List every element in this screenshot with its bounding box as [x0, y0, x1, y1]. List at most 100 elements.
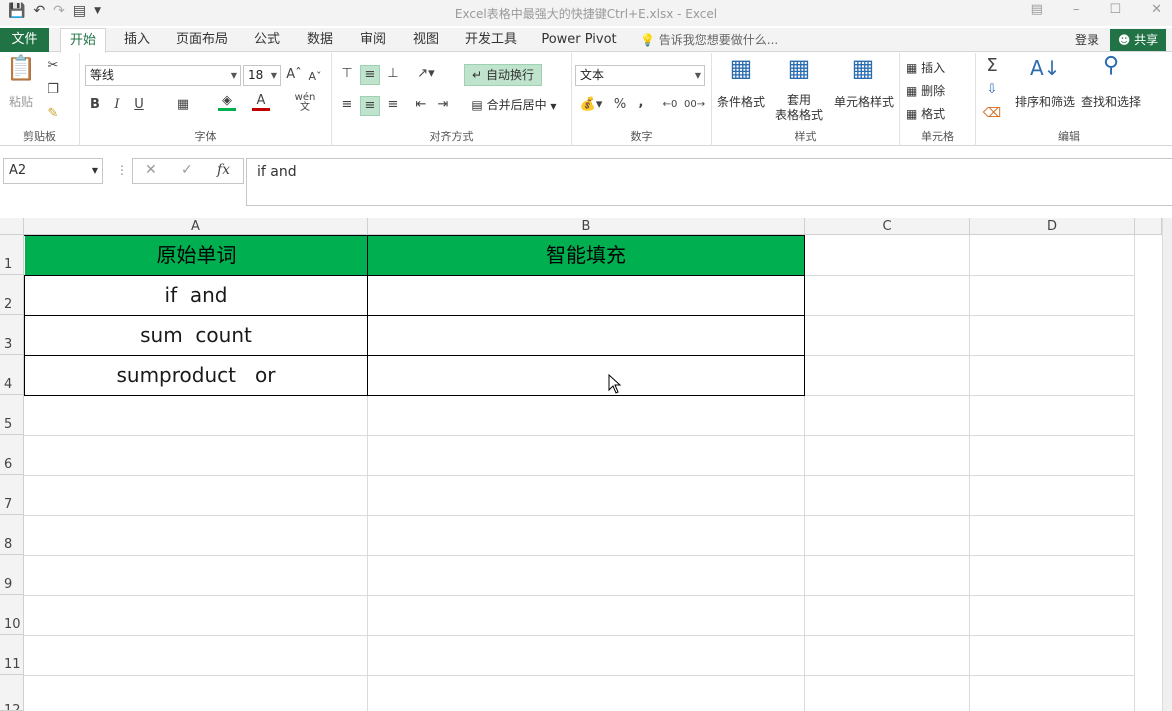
accounting-icon[interactable]: 💰▾: [576, 96, 606, 114]
delete-cells-button[interactable]: ▦ 删除: [906, 82, 972, 99]
percent-button[interactable]: %: [612, 96, 628, 114]
grow-font-icon[interactable]: Aˆ: [286, 66, 302, 84]
tab-home[interactable]: 开始: [60, 28, 106, 53]
tab-formulas[interactable]: 公式: [248, 28, 286, 52]
column-header-c[interactable]: C: [805, 218, 970, 235]
align-top-icon[interactable]: ⊤: [338, 65, 356, 83]
tell-me-box[interactable]: 💡 告诉我您想要做什么...: [640, 28, 778, 52]
orientation-icon[interactable]: ↗▾: [414, 65, 438, 83]
cell-b2[interactable]: [368, 276, 804, 315]
styles-group: ▦ 条件格式 ▦ 套用 表格格式 ▦ 单元格样式 样式: [712, 53, 900, 146]
cancel-icon[interactable]: ✕: [145, 162, 157, 178]
chevron-down-icon: ▼: [270, 71, 277, 80]
borders-icon[interactable]: ▦: [174, 96, 192, 114]
name-box[interactable]: A2 ▼: [3, 158, 103, 184]
tab-developer[interactable]: 开发工具: [460, 28, 522, 52]
align-left-icon[interactable]: ≡: [338, 96, 356, 114]
row-header-9[interactable]: 9: [0, 555, 24, 595]
align-middle-icon[interactable]: ≡: [360, 65, 380, 85]
find-select-icon[interactable]: ⚲: [1096, 55, 1126, 87]
conditional-format-icon[interactable]: ▦: [726, 56, 756, 91]
conditional-format-label[interactable]: 条件格式: [712, 93, 770, 110]
increase-indent-icon[interactable]: ⇥: [434, 96, 452, 114]
font-name-combo[interactable]: 等线 ▼: [85, 65, 241, 86]
bold-button[interactable]: B: [88, 96, 102, 114]
tab-data[interactable]: 数据: [302, 28, 338, 52]
tab-insert[interactable]: 插入: [118, 28, 156, 52]
column-header-a[interactable]: A: [24, 218, 368, 235]
row-header-3[interactable]: 3: [0, 315, 24, 355]
row-header-10[interactable]: 10: [0, 595, 24, 635]
shrink-font-icon[interactable]: Aˇ: [308, 68, 322, 86]
autosum-icon[interactable]: Σ: [980, 57, 1004, 75]
column-header-d[interactable]: D: [970, 218, 1135, 235]
share-button[interactable]: ☻ 共享: [1110, 29, 1166, 51]
paste-label[interactable]: 粘贴: [6, 93, 36, 110]
align-center-icon[interactable]: ≡: [360, 96, 380, 116]
row-header-11[interactable]: 11: [0, 635, 24, 675]
enter-icon[interactable]: ✓: [181, 162, 193, 178]
font-size-combo[interactable]: 18 ▼: [243, 65, 281, 86]
tab-review[interactable]: 审阅: [355, 28, 391, 52]
format-painter-icon[interactable]: ✎: [44, 105, 62, 123]
insert-cells-button[interactable]: ▦ 插入: [906, 59, 972, 76]
fill-icon[interactable]: ⇩: [980, 81, 1004, 99]
wrap-text-button[interactable]: ↵ 自动换行: [464, 64, 542, 86]
row-header-6[interactable]: 6: [0, 435, 24, 475]
tab-view[interactable]: 视图: [408, 28, 444, 52]
cell-a2[interactable]: if and: [25, 276, 367, 315]
sort-filter-icon[interactable]: A↓: [1030, 58, 1060, 89]
tab-power-pivot[interactable]: Power Pivot: [538, 28, 620, 52]
cell-styles-label[interactable]: 单元格样式: [828, 93, 900, 110]
cell-styles-icon[interactable]: ▦: [848, 56, 878, 91]
increase-decimal-icon[interactable]: ←0: [660, 96, 680, 114]
cut-icon[interactable]: ✂: [44, 57, 62, 75]
fill-color-icon[interactable]: ◈: [218, 94, 236, 111]
format-cells-button[interactable]: ▦ 格式: [906, 105, 972, 122]
header-cell-a1[interactable]: 原始单词: [25, 236, 368, 275]
phonetic-icon[interactable]: wén 文: [294, 93, 316, 113]
vertical-scrollbar[interactable]: [1162, 218, 1172, 711]
row-header-5[interactable]: 5: [0, 395, 24, 435]
column-header-b[interactable]: B: [368, 218, 805, 235]
tab-page-layout[interactable]: 页面布局: [172, 28, 232, 52]
row-header-8[interactable]: 8: [0, 515, 24, 555]
merge-center-button[interactable]: ▤ 合并后居中 ▼: [466, 96, 562, 116]
underline-button[interactable]: U: [132, 96, 146, 114]
ribbon-display-icon[interactable]: ▤: [1031, 2, 1043, 17]
select-all-corner[interactable]: [0, 218, 24, 235]
row-header-7[interactable]: 7: [0, 475, 24, 515]
tab-file[interactable]: 文件: [0, 28, 49, 52]
formula-input[interactable]: if and: [246, 158, 1172, 206]
insert-function-icon[interactable]: fx: [217, 162, 230, 178]
close-icon[interactable]: ✕: [1151, 2, 1162, 17]
maximize-icon[interactable]: ☐: [1109, 2, 1121, 17]
cell-a3[interactable]: sum count: [25, 316, 367, 355]
align-bottom-icon[interactable]: ⊥: [384, 65, 402, 83]
row-header-2[interactable]: 2: [0, 275, 24, 315]
row-header-1[interactable]: 1: [0, 235, 24, 275]
cell-b3[interactable]: [368, 316, 804, 355]
column-header-e[interactable]: [1135, 218, 1162, 235]
minimize-icon[interactable]: –: [1073, 2, 1080, 17]
decrease-indent-icon[interactable]: ⇤: [412, 96, 430, 114]
decrease-decimal-icon[interactable]: 00→: [684, 96, 705, 114]
find-select-label[interactable]: 查找和选择: [1078, 93, 1144, 110]
font-color-icon[interactable]: A: [252, 94, 270, 111]
clear-icon[interactable]: ⌫: [980, 105, 1004, 123]
row-header-12[interactable]: 12: [0, 675, 24, 711]
paste-icon[interactable]: 📋: [6, 56, 36, 89]
align-right-icon[interactable]: ≡: [384, 96, 402, 114]
format-as-table-label[interactable]: 套用 表格格式: [770, 93, 828, 123]
format-as-table-icon[interactable]: ▦: [784, 56, 814, 91]
sort-filter-label[interactable]: 排序和筛选: [1012, 93, 1078, 110]
row-header-4[interactable]: 4: [0, 355, 24, 395]
cell-b4[interactable]: [368, 356, 804, 395]
italic-button[interactable]: I: [110, 96, 124, 114]
copy-icon[interactable]: ❐: [44, 81, 62, 99]
login-link[interactable]: 登录: [1075, 28, 1099, 52]
comma-button[interactable]: ,: [634, 94, 648, 112]
header-cell-b1[interactable]: 智能填充: [368, 236, 804, 275]
cell-a4[interactable]: sumproduct or: [25, 356, 367, 395]
number-format-combo[interactable]: 文本 ▼: [575, 65, 705, 86]
